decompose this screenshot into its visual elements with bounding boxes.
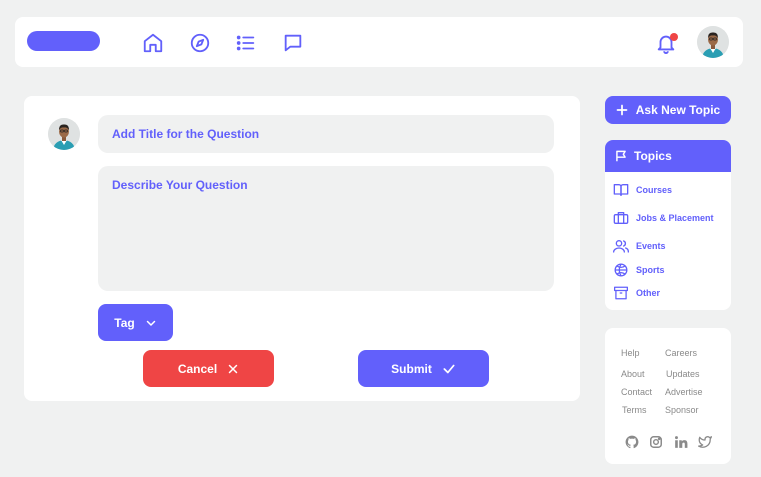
tag-dropdown[interactable]: Tag [98,304,173,341]
cancel-label: Cancel [177,361,218,376]
people-icon [613,239,629,253]
topic-label-sports: Sports [636,265,665,275]
composer-avatar [48,118,80,150]
footer-link-updates[interactable]: Updates [666,369,700,379]
flag-icon [614,149,628,163]
topic-item-courses[interactable]: Courses [613,183,672,197]
plus-icon [616,104,628,116]
footer-link-careers[interactable]: Careers [665,348,697,358]
question-title-input[interactable] [98,115,554,153]
footer-link-help[interactable]: Help [621,348,640,358]
topic-label-other: Other [636,288,661,298]
question-description-input[interactable] [98,166,554,291]
topics-header: Topics [605,140,731,172]
briefcase-icon [613,211,629,225]
check-icon [442,362,456,376]
footer-link-contact[interactable]: Contact [621,387,652,397]
notification-badge [670,33,678,41]
topic-label-courses: Courses [636,185,673,195]
topic-item-other[interactable]: Other [613,286,660,300]
chat-icon[interactable] [282,32,304,54]
twitter-icon[interactable] [698,435,712,449]
submit-label: Submit [391,361,432,376]
tag-label: Tag [114,315,135,330]
topic-item-events[interactable]: Events [613,239,666,253]
list-icon[interactable] [235,32,257,54]
cancel-button[interactable]: Cancel [143,350,274,387]
github-icon[interactable] [625,435,639,449]
footer-link-terms[interactable]: Terms [622,405,647,415]
footer-link-about[interactable]: About [621,369,645,379]
top-navbar [15,17,743,67]
footer-link-sponsor[interactable]: Sponsor [665,405,699,415]
ask-new-topic-label: Ask New Topic [635,103,721,117]
footer-link-advertise[interactable]: Advertise [665,387,703,397]
topics-heading: Topics [634,149,672,163]
chevron-down-icon [145,317,157,329]
logo[interactable] [27,31,100,51]
linkedin-icon[interactable] [674,435,688,449]
compass-icon[interactable] [189,32,211,54]
topic-item-jobs-placement[interactable]: Jobs & Placement [613,211,714,225]
home-icon[interactable] [142,32,164,54]
ask-new-topic-button[interactable]: Ask New Topic [605,96,731,124]
topic-label-jobs-placement: Jobs & Placement [636,213,714,223]
instagram-icon[interactable] [649,435,663,449]
basketball-icon [613,263,629,277]
book-icon [613,183,629,197]
submit-button[interactable]: Submit [358,350,489,387]
topic-item-sports[interactable]: Sports [613,263,665,277]
topic-label-events: Events [636,241,666,251]
user-avatar[interactable] [697,26,729,58]
archive-icon [613,286,629,300]
close-icon [227,363,239,375]
